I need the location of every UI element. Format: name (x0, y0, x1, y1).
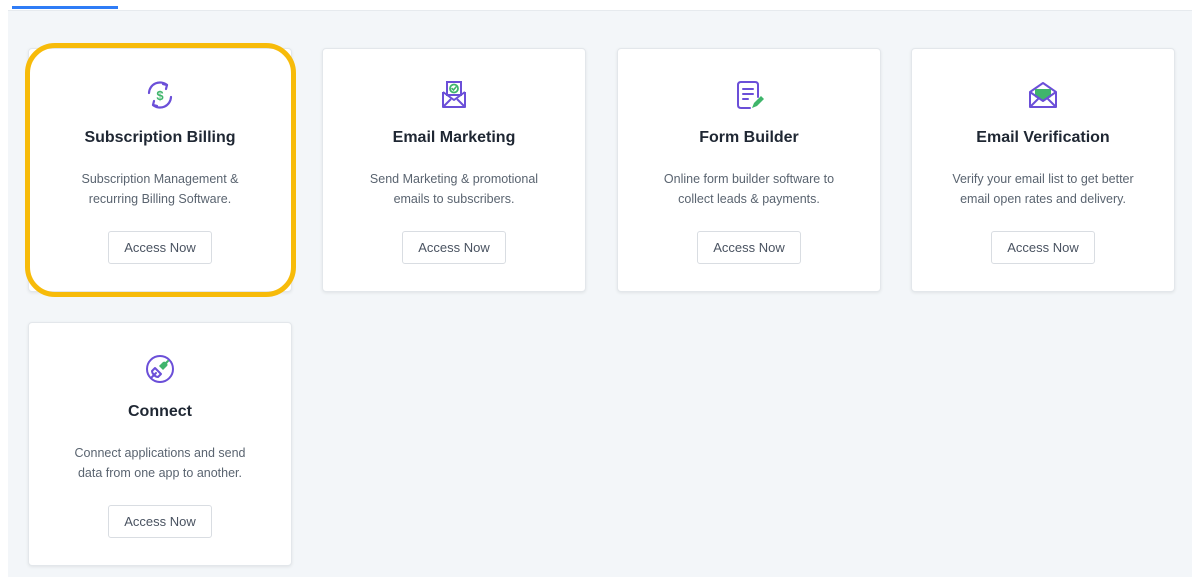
top-tab-bar (0, 0, 1192, 10)
card-description-line: Connect applications and send (74, 446, 246, 460)
card-description-line: collect leads & payments. (678, 192, 820, 206)
card-description: Subscription Management & recurring Bill… (53, 169, 267, 209)
email-marketing-icon (323, 79, 585, 111)
card-description-line: Verify your email list to get better (952, 172, 1134, 186)
card-title: Email Verification (976, 129, 1110, 146)
card-connect: Connect Connect applications and send da… (28, 322, 292, 566)
card-email-marketing: Email Marketing Send Marketing & promoti… (322, 48, 586, 292)
card-description-line: emails to subscribers. (393, 192, 515, 206)
card-description: Verify your email list to get better ema… (936, 169, 1150, 209)
access-now-button[interactable]: Access Now (991, 231, 1095, 264)
card-subscription-billing: $ Subscription Billing Subscription Mana… (28, 48, 292, 292)
access-now-button[interactable]: Access Now (697, 231, 801, 264)
card-description: Send Marketing & promotional emails to s… (347, 169, 561, 209)
email-verification-icon (912, 79, 1174, 111)
card-description-line: data from one app to another. (77, 466, 242, 480)
form-builder-icon (618, 79, 880, 111)
card-title: Form Builder (699, 129, 799, 146)
access-now-button[interactable]: Access Now (108, 505, 212, 538)
card-email-verification: Email Verification Verify your email lis… (911, 48, 1175, 292)
card-description-line: email open rates and delivery. (960, 192, 1126, 206)
card-description-line: recurring Billing Software. (88, 192, 232, 206)
card-description-line: Subscription Management & (81, 172, 239, 186)
svg-text:$: $ (156, 88, 164, 103)
card-title: Connect (128, 403, 192, 420)
connect-icon (29, 353, 291, 385)
active-tab-indicator (12, 6, 118, 9)
card-description: Online form builder software to collect … (642, 169, 856, 209)
card-description-line: Online form builder software to (663, 172, 835, 186)
card-description: Connect applications and send data from … (53, 443, 267, 483)
card-form-builder: Form Builder Online form builder softwar… (617, 48, 881, 292)
card-title: Subscription Billing (84, 129, 236, 146)
subscription-billing-icon: $ (29, 79, 291, 111)
card-description-line: Send Marketing & promotional (369, 172, 539, 186)
access-now-button[interactable]: Access Now (402, 231, 506, 264)
card-title: Email Marketing (392, 129, 516, 146)
access-now-button[interactable]: Access Now (108, 231, 212, 264)
